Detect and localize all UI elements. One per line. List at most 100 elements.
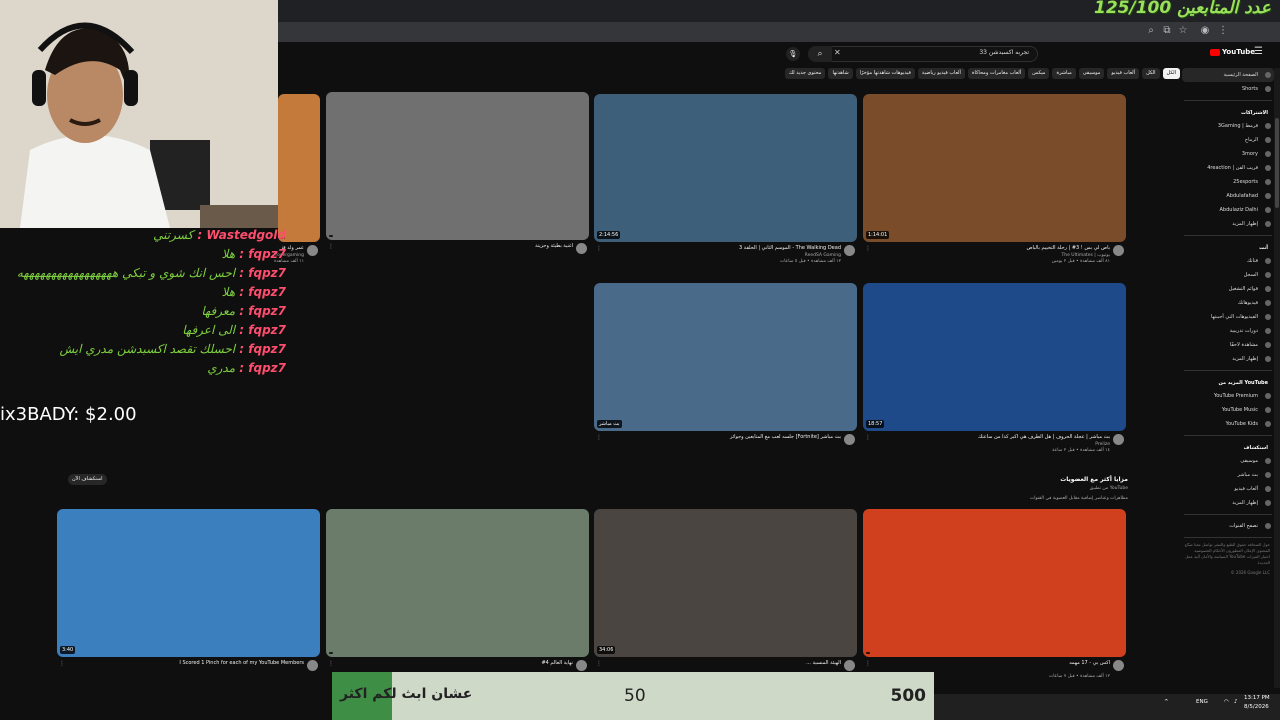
sidebar-explore-item[interactable]: إظهار المزيد [1182, 496, 1274, 510]
voice-search-icon[interactable]: 🎙 [786, 47, 800, 61]
chip-1[interactable]: الكل [1142, 68, 1160, 79]
sidebar-subscription-item[interactable]: 4reaction | قريب الفن [1182, 161, 1274, 175]
channel-avatar[interactable] [1113, 245, 1124, 256]
channel-avatar[interactable] [576, 243, 587, 254]
sidebar-more-item[interactable]: YouTube Premium [1182, 389, 1274, 403]
video-thumbnail[interactable]: 2:14:56 [594, 94, 857, 242]
video-thumbnail[interactable]: 3:40 [57, 509, 320, 657]
channel-avatar[interactable] [307, 660, 318, 671]
channel-avatar[interactable] [307, 245, 318, 256]
video-thumbnail[interactable] [278, 94, 320, 242]
zoom-icon[interactable]: ⌕ [1144, 25, 1158, 36]
video-channel[interactable]: The Ultimates | يوتيوب [1061, 253, 1110, 258]
sidebar-more-item[interactable]: YouTube Kids [1182, 417, 1274, 431]
channel-avatar[interactable] [576, 660, 587, 671]
sidebar-you-item[interactable]: دورات تدريبية [1182, 324, 1274, 338]
sidebar-browse-channels[interactable]: تصفح القنوات [1182, 519, 1274, 533]
more-actions-icon[interactable]: ⋮ [865, 660, 871, 667]
more-actions-icon[interactable]: ⋮ [596, 660, 602, 667]
video-title[interactable]: أغنية بطيئة وحزينة [330, 243, 573, 249]
video-thumbnail[interactable]: 1:14:01 [863, 94, 1126, 242]
search-input[interactable]: تجربه اكسبدشن 33 [979, 49, 1029, 56]
more-actions-icon[interactable]: ⋮ [596, 245, 602, 252]
sidebar-top-item[interactable]: Shorts [1182, 82, 1274, 96]
video-title[interactable]: I Scored 1 Pinch for each of my YouTube … [61, 660, 304, 666]
chip-3[interactable]: موسيقى [1078, 68, 1105, 79]
channel-avatar[interactable] [844, 434, 855, 445]
video-thumbnail[interactable]: بث مباشر [594, 283, 857, 431]
video-card[interactable]: 34:06 الهيئة المنسية ... ⋮ [594, 509, 857, 687]
search-icon[interactable]: ⌕ [808, 46, 832, 62]
sidebar-explore-item[interactable]: بث مباشر [1182, 468, 1274, 482]
channel-avatar[interactable] [844, 660, 855, 671]
video-card[interactable]: أغنية بطيئة وحزينة ⋮ [326, 92, 589, 270]
sidebar-explore-item[interactable]: موسيقى [1182, 454, 1274, 468]
video-thumbnail[interactable]: 18:57 [863, 283, 1126, 431]
page-scrollbar[interactable] [1274, 68, 1280, 688]
sidebar-subscriptions-heading[interactable]: الاشتراكات [1182, 105, 1274, 119]
video-title[interactable]: باص لي بس ! 3# | رحلة التخييم بالباص [867, 245, 1110, 251]
clock-time[interactable]: 13:17 PM [1244, 695, 1270, 701]
browser-menu-icon[interactable]: ⋮ [1216, 25, 1230, 36]
clear-search-icon[interactable]: ✕ [834, 48, 841, 57]
more-actions-icon[interactable]: ⋮ [865, 245, 871, 252]
more-actions-icon[interactable]: ⋮ [328, 660, 334, 667]
profile-icon[interactable]: ◉ [1198, 25, 1212, 36]
chip-0[interactable]: الكل [1162, 68, 1180, 79]
sidebar-subscription-item[interactable]: Abdulaziz Dalhi [1182, 203, 1274, 217]
video-title[interactable]: نهاية العالم 4# [330, 660, 573, 666]
video-card[interactable]: نهاية العالم 4# ⋮ [326, 509, 589, 687]
video-channel[interactable]: ReedSA Gaming [805, 253, 841, 258]
sidebar-subscription-item[interactable]: 3Gaming | قرمط [1182, 119, 1274, 133]
sidebar-more-item[interactable]: YouTube Music [1182, 403, 1274, 417]
channel-avatar[interactable] [1113, 660, 1124, 671]
more-actions-icon[interactable]: ⋮ [328, 243, 334, 250]
chip-7[interactable]: ألعاب فيديو رياضية [917, 68, 965, 79]
video-thumbnail[interactable] [863, 509, 1126, 657]
video-card[interactable]: 2:14:56 The Walking Dead - الموسم الثاني … [594, 94, 857, 272]
sidebar-you-item[interactable]: قناتك [1182, 254, 1274, 268]
clock-date[interactable]: 8/5/2026 [1244, 704, 1269, 710]
sidebar-subscription-item[interactable]: إظهار المزيد [1182, 217, 1274, 231]
video-thumbnail[interactable] [326, 92, 589, 240]
video-title[interactable]: بث مباشر | عجلة الحروف | هل الطرف هي اكب… [867, 434, 1110, 440]
guide-menu-icon[interactable]: ☰ [1254, 46, 1263, 57]
sidebar-you-item[interactable]: إظهار المزيد [1182, 352, 1274, 366]
sidebar-you-item[interactable]: الفيديوهات التي أحببتها [1182, 310, 1274, 324]
volume-icon[interactable]: ♪ [1234, 699, 1238, 705]
video-thumbnail[interactable] [326, 509, 589, 657]
video-card[interactable]: اكس بي - 17 مهمه ١٢ ألف مشاهدة • قبل ٧ سا… [863, 509, 1126, 687]
sidebar-you-item[interactable]: مشاهدة لاحقًا [1182, 338, 1274, 352]
video-title[interactable]: بث مباشر [Fortnite] جلسه لعب مع المتابعي… [598, 434, 841, 440]
video-thumbnail[interactable]: 34:06 [594, 509, 857, 657]
more-actions-icon[interactable]: ⋮ [59, 660, 65, 667]
more-actions-icon[interactable]: ⋮ [865, 434, 871, 441]
more-actions-icon[interactable]: ⋮ [596, 434, 602, 441]
wifi-icon[interactable]: ◠ [1224, 699, 1229, 705]
sidebar-subscription-item[interactable]: الرماح [1182, 133, 1274, 147]
chip-10[interactable]: محتوى جديد لك [784, 68, 826, 79]
chip-4[interactable]: مباشرة [1052, 68, 1076, 79]
video-title[interactable]: The Walking Dead - الموسم الثاني | الحلق… [598, 245, 841, 251]
video-channel[interactable]: Prelize [1095, 442, 1110, 447]
search-box[interactable]: تجربه اكسبدشن 33 [808, 46, 1038, 62]
video-title[interactable]: اكس بي - 17 مهمه [867, 660, 1110, 666]
bookmark-star-icon[interactable]: ☆ [1176, 25, 1190, 36]
scrollbar-thumb[interactable] [1275, 118, 1279, 208]
chip-5[interactable]: ميكس [1028, 68, 1050, 79]
sidebar-footer-links[interactable]: حول الصحافة حقوق الطبع والنشر تواصل معنا… [1182, 542, 1274, 566]
sidebar-you-item[interactable]: السجل [1182, 268, 1274, 282]
chip-8[interactable]: فيديوهات شاهدتها مؤخرًا [855, 68, 915, 79]
tray-chevron-icon[interactable]: ^ [1164, 699, 1169, 705]
sidebar-you-heading[interactable]: أنت [1182, 240, 1274, 254]
sidebar-more-heading[interactable]: المزيد من YouTube [1182, 375, 1274, 389]
chip-9[interactable]: شاهدتها [828, 68, 853, 79]
channel-avatar[interactable] [1113, 434, 1124, 445]
video-card[interactable]: بث مباشر بث مباشر [Fortnite] جلسه لعب مع … [594, 283, 857, 461]
chip-6[interactable]: ألعاب مغامرات ومحاكاة [967, 68, 1026, 79]
channel-avatar[interactable] [844, 245, 855, 256]
sidebar-subscription-item[interactable]: Abdulafahad [1182, 189, 1274, 203]
extension-icon[interactable]: ⧉ [1160, 25, 1174, 36]
video-card[interactable]: 3:40 I Scored 1 Pinch for each of my YouT… [57, 509, 320, 687]
sidebar-explore-item[interactable]: ألعاب فيديو [1182, 482, 1274, 496]
